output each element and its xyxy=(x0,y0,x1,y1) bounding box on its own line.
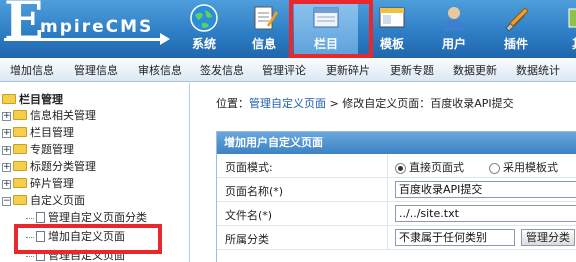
more-icon xyxy=(568,8,576,28)
tree-item-info[interactable]: + 信息相关管理 xyxy=(2,108,96,124)
collapse-minus-icon[interactable]: − xyxy=(2,196,11,206)
form-panel: 增加用户自定义页面 页面模式: 直接页面式 采用模板式 页面名称(*) 百度收录… xyxy=(216,131,576,262)
nav-more[interactable]: 其 xyxy=(546,0,576,58)
notepad-icon xyxy=(254,6,278,30)
nav-system[interactable]: 系统 xyxy=(172,0,236,58)
row-file-name: 文件名(*) ../../site.txt xyxy=(217,202,576,226)
toolbar-update-topic[interactable]: 更新专题 xyxy=(390,62,434,78)
breadcrumb-link[interactable]: 管理自定义页面 xyxy=(249,97,326,110)
nav-user[interactable]: 用户 xyxy=(422,0,486,58)
radio-direct-page[interactable]: 直接页面式 xyxy=(395,159,464,175)
folder-open-icon xyxy=(13,195,27,205)
class-select[interactable]: 不隶属于任何类别 xyxy=(395,229,515,246)
toolbar-data-update[interactable]: 数据更新 xyxy=(453,62,497,78)
toolbar-manage-comment[interactable]: 管理评论 xyxy=(262,62,306,78)
tree-root[interactable]: 栏目管理 xyxy=(2,91,63,107)
folder-icon xyxy=(13,161,27,171)
tree-item-fragment[interactable]: + 碎片管理 xyxy=(2,176,74,192)
radio-unchecked-icon xyxy=(489,162,500,174)
toolbar-sign-info[interactable]: 签发信息 xyxy=(200,62,244,78)
tools-icon xyxy=(505,7,529,32)
toolbar-manage-info[interactable]: 管理信息 xyxy=(74,62,118,78)
toolbar-data-stats[interactable]: 数据统计 xyxy=(516,62,560,78)
toolbar-update-fragment[interactable]: 更新碎片 xyxy=(326,62,370,78)
globe-icon xyxy=(190,4,218,32)
tree-item-column[interactable]: + 栏目管理 xyxy=(2,125,74,141)
empirecms-logo: E mpireCMS xyxy=(4,0,174,54)
expand-plus-icon[interactable]: + xyxy=(2,111,11,121)
template-icon xyxy=(379,7,405,28)
toolbar-review-info[interactable]: 审核信息 xyxy=(138,62,182,78)
tree-item-title-class[interactable]: + 标题分类管理 xyxy=(2,159,96,175)
tree-item-custom-page[interactable]: − 自定义页面 xyxy=(2,193,85,209)
folder-icon xyxy=(2,94,16,104)
tree-item-topic[interactable]: + 专题管理 xyxy=(2,142,74,158)
expand-plus-icon[interactable]: + xyxy=(2,162,11,172)
manage-class-button[interactable]: 管理分类 xyxy=(521,229,575,246)
folder-icon xyxy=(13,110,27,120)
row-page-mode: 页面模式: 直接页面式 采用模板式 xyxy=(217,154,576,178)
folder-icon xyxy=(13,178,27,188)
row-page-name: 页面名称(*) 百度收录API提交 xyxy=(217,178,576,202)
form-title: 增加用户自定义页面 xyxy=(217,132,576,154)
radio-checked-icon xyxy=(395,162,406,174)
highlight-sidebar-box xyxy=(14,224,162,254)
page-name-input[interactable]: 百度收录API提交 xyxy=(395,181,576,198)
expand-plus-icon[interactable]: + xyxy=(2,145,11,155)
file-name-input[interactable]: ../../site.txt xyxy=(395,205,576,222)
top-header: E mpireCMS 系统 信息 栏目 模板 用户 插件 xyxy=(0,0,576,58)
folder-icon xyxy=(13,144,27,154)
radio-template-page[interactable]: 采用模板式 xyxy=(489,159,558,175)
nav-info[interactable]: 信息 xyxy=(232,0,296,58)
main-content: 位置：管理自定义页面 > 修改自定义页面：百度收录API提交 增加用户自定义页面… xyxy=(198,83,576,262)
user-icon xyxy=(443,7,465,31)
highlight-nav-box xyxy=(289,0,373,58)
toolbar: 增加信息 管理信息 审核信息 签发信息 管理评论 更新碎片 更新专题 数据更新 … xyxy=(0,58,576,82)
expand-plus-icon[interactable]: + xyxy=(2,128,11,138)
nav-plugin[interactable]: 插件 xyxy=(484,0,548,58)
folder-icon xyxy=(13,127,27,137)
page-icon xyxy=(36,211,45,223)
expand-plus-icon[interactable]: + xyxy=(2,179,11,189)
toolbar-add-info[interactable]: 增加信息 xyxy=(10,62,54,78)
row-class: 所属分类 不隶属于任何类别 管理分类 xyxy=(217,226,576,250)
breadcrumb: 位置：管理自定义页面 > 修改自定义页面：百度收录API提交 xyxy=(216,97,514,110)
